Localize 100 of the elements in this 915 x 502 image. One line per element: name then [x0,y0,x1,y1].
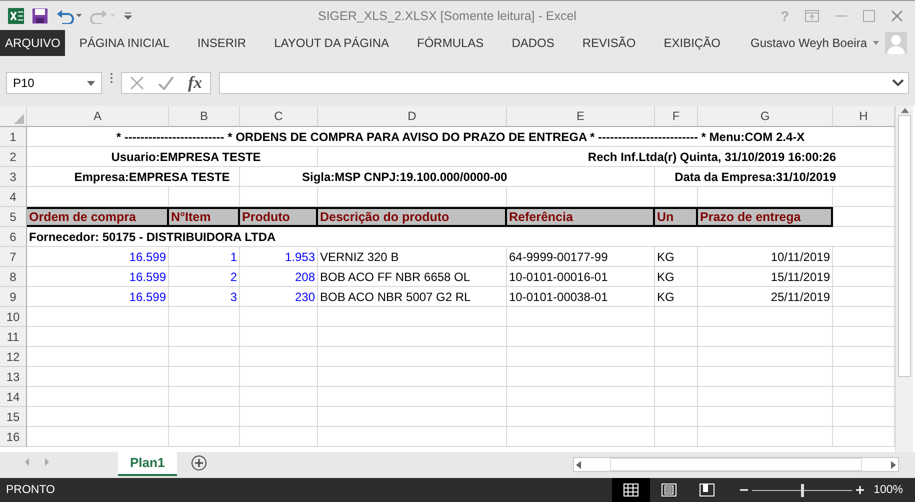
empty-cell[interactable] [318,367,507,387]
row-number[interactable]: 15 [0,407,27,427]
empty-cell[interactable] [318,427,507,447]
zoom-level[interactable]: 100% [874,484,915,496]
avatar-icon[interactable] [885,32,907,54]
zoom-slider-thumb[interactable] [800,484,804,496]
row-number[interactable]: 16 [0,427,27,447]
undo-icon[interactable] [56,8,82,24]
row-number[interactable]: 5 [0,207,27,227]
caret-icon[interactable] [873,41,879,45]
row-number[interactable]: 3 [0,167,27,187]
row-number[interactable]: 9 [0,287,27,307]
empty-cell[interactable] [655,307,698,327]
check-icon[interactable] [158,76,174,90]
ribbon-tab[interactable]: FÓRMULAS [403,30,498,56]
empty-cell[interactable] [169,427,240,447]
column-heading[interactable]: D [318,106,507,126]
ribbon-tab[interactable]: EXIBIÇÃO [650,30,734,56]
more-icon[interactable] [110,72,113,84]
column-heading[interactable]: C [240,106,318,126]
row-number[interactable]: 4 [0,187,27,207]
empty-cell[interactable] [698,387,833,407]
empty-cell[interactable] [169,327,240,347]
column-heading[interactable]: E [507,106,655,126]
scroll-up-icon[interactable] [900,108,908,113]
empty-cell[interactable] [318,407,507,427]
row-number[interactable]: 1 [0,127,27,147]
select-all-icon[interactable] [14,114,24,124]
empty-cell[interactable] [240,307,318,327]
empty-cell[interactable] [655,407,698,427]
ribbon-tab[interactable]: LAYOUT DA PÁGINA [260,30,403,56]
row-number[interactable]: 6 [0,227,27,247]
sheet-tab[interactable]: Plan1 [118,452,177,476]
empty-cell[interactable] [240,347,318,367]
empty-cell[interactable] [698,427,833,447]
empty-cell[interactable] [507,407,655,427]
row-number[interactable]: 8 [0,267,27,287]
chevron-down-icon[interactable] [892,79,904,87]
empty-cell[interactable] [318,347,507,367]
empty-cell[interactable] [655,347,698,367]
empty-cell[interactable] [169,387,240,407]
save-icon[interactable] [32,8,48,24]
row-number[interactable]: 10 [0,307,27,327]
user-name[interactable]: Gustavo Weyh Boeira [750,36,867,50]
empty-cell[interactable] [698,407,833,427]
formula-input[interactable] [219,72,909,94]
empty-cell[interactable] [169,307,240,327]
row-number[interactable]: 13 [0,367,27,387]
ribbon-tab[interactable]: DADOS [498,30,568,56]
ribbon-tab[interactable]: PÁGINA INICIAL [65,30,184,56]
empty-cell[interactable] [507,327,655,347]
empty-cell[interactable] [507,307,655,327]
insert-function-button[interactable]: fx [188,73,202,93]
row-number[interactable]: 2 [0,147,27,167]
normal-view-button[interactable] [612,478,650,502]
empty-cell[interactable] [655,327,698,347]
empty-cell[interactable] [655,387,698,407]
empty-cell[interactable] [698,327,833,347]
empty-cell[interactable] [507,427,655,447]
cancel-icon[interactable] [130,76,144,90]
horizontal-scrollbar[interactable] [573,457,899,472]
ribbon-tab[interactable]: REVISÃO [568,30,650,56]
scroll-left-icon[interactable] [574,460,584,470]
empty-cell[interactable] [240,367,318,387]
column-heading[interactable]: B [169,106,240,126]
empty-cell[interactable] [169,407,240,427]
empty-cell[interactable] [240,427,318,447]
empty-cell[interactable] [318,387,507,407]
empty-cell[interactable] [655,427,698,447]
empty-cell[interactable] [240,387,318,407]
row-number[interactable]: 11 [0,327,27,347]
empty-cell[interactable] [698,347,833,367]
scroll-right-icon[interactable] [888,460,898,470]
row-number[interactable]: 14 [0,387,27,407]
ribbon-display-icon[interactable] [805,10,819,22]
empty-cell[interactable] [698,307,833,327]
empty-cell[interactable] [507,387,655,407]
zoom-in-icon[interactable] [856,486,864,494]
empty-cell[interactable] [169,347,240,367]
name-box[interactable]: P10 [6,72,102,94]
empty-cell[interactable] [318,327,507,347]
empty-cell[interactable] [240,407,318,427]
ribbon-tab[interactable]: INSERIR [183,30,260,56]
row-number[interactable]: 12 [0,347,27,367]
empty-cell[interactable] [240,327,318,347]
empty-cell[interactable] [507,367,655,387]
close-icon[interactable] [891,10,903,22]
column-heading[interactable]: A [27,106,169,126]
column-heading[interactable]: F [655,106,698,126]
empty-cell[interactable] [169,367,240,387]
spreadsheet-logo-icon[interactable] [8,8,24,24]
empty-cell[interactable] [698,367,833,387]
column-heading[interactable]: G [698,106,833,126]
empty-cell[interactable] [507,347,655,367]
redo-icon[interactable] [90,8,116,24]
empty-cell[interactable] [318,307,507,327]
row-number[interactable]: 7 [0,247,27,267]
add-sheet-icon[interactable] [190,455,207,471]
vertical-scrollbar[interactable] [895,106,913,452]
empty-cell[interactable] [655,367,698,387]
